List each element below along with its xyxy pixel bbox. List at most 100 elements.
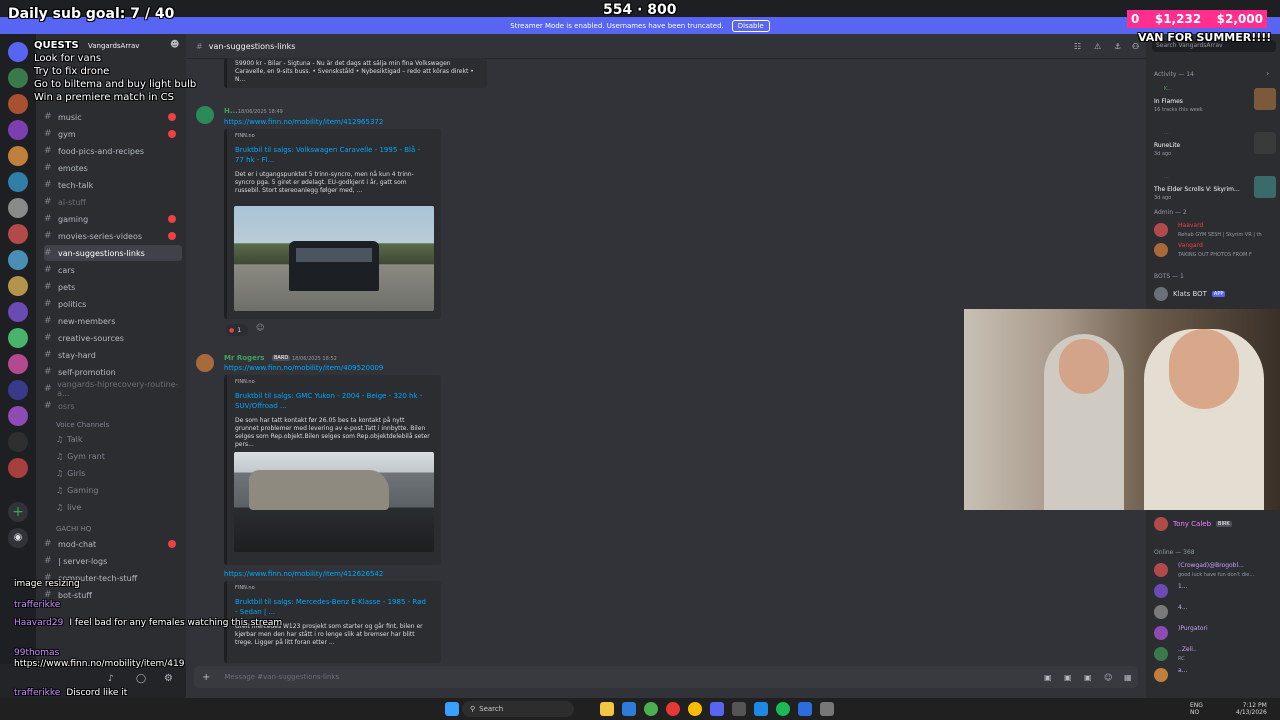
member-item[interactable]: )Purgatori (1154, 623, 1276, 643)
invite-icon[interactable]: ☻ (170, 40, 179, 50)
emoji-icon[interactable]: ☺ (1104, 673, 1112, 682)
member-item[interactable]: ..Zeli.. RC (1154, 644, 1276, 664)
settings-gear-icon[interactable]: ⚙ (164, 673, 173, 684)
channel-item[interactable]: # self-promotion (44, 364, 182, 380)
reaction-chip[interactable]: ● 1 (226, 324, 248, 336)
notifications-icon[interactable]: ⚠ (1094, 42, 1101, 51)
discover-icon[interactable]: ◉ (8, 528, 28, 548)
spotify-icon[interactable] (776, 702, 790, 716)
disable-button[interactable]: Disable (731, 19, 770, 32)
tray-lang[interactable]: ENG NO (1190, 702, 1203, 716)
server-icon[interactable] (8, 224, 28, 244)
voice-channel-item[interactable]: ♫ Gaming (56, 483, 98, 497)
taskbar-search[interactable]: ⚲ Search (462, 701, 574, 717)
pin-icon[interactable]: ⚓ (1114, 42, 1121, 51)
message-link[interactable]: https://www.finn.no/mobility/item/412626… (224, 570, 383, 578)
chrome-icon[interactable] (644, 702, 658, 716)
apps-icon[interactable]: ▦ (1124, 673, 1132, 682)
embed-title[interactable]: Bruktbil til salgs: Volkswagen Caravelle… (235, 145, 430, 165)
voice-channel-item[interactable]: ♫ live (56, 500, 81, 514)
channel-item[interactable]: # vangards-hiprecovery-routine-a... (44, 380, 182, 398)
channel-item[interactable]: # politics (44, 296, 182, 312)
attach-icon[interactable]: + (202, 672, 210, 683)
mail-icon[interactable] (622, 702, 636, 716)
channel-item[interactable]: # gym (44, 126, 182, 142)
server-icon[interactable] (8, 198, 28, 218)
embed-image[interactable] (234, 452, 434, 552)
add-server-icon[interactable]: + (8, 502, 28, 522)
embed-title[interactable]: Bruktbil til salgs: GMC Yukon - 2004 - B… (235, 391, 430, 411)
member-item[interactable]: 1... (1154, 581, 1276, 601)
member-item[interactable]: 4... (1154, 602, 1276, 622)
server-icon[interactable] (8, 120, 28, 140)
avatar[interactable] (196, 106, 214, 124)
channel-item[interactable]: # food-pics-and-recipes (44, 143, 182, 159)
server-icon[interactable] (8, 276, 28, 296)
member-item[interactable]: Haavard Rehab GYM SESH | Skyrim VR | th (1154, 220, 1276, 240)
server-icon[interactable] (8, 328, 28, 348)
deafen-icon[interactable]: ◯ (136, 674, 146, 684)
server-icon[interactable] (8, 146, 28, 166)
gachi-hq-header[interactable]: GACHI HQ (56, 525, 91, 533)
channel-item[interactable]: # music (44, 109, 182, 125)
file-explorer-icon[interactable] (600, 702, 614, 716)
settings-icon[interactable] (820, 702, 834, 716)
app-icon[interactable] (732, 702, 746, 716)
member-item[interactable]: (Crowgad)@Brogobl... good luck have fun d… (1154, 560, 1276, 580)
embed-image[interactable] (234, 206, 434, 311)
voice-channels-header[interactable]: Voice Channels (56, 421, 109, 429)
voice-channel-item[interactable]: ♫ Talk (56, 432, 83, 446)
server-icon[interactable] (8, 250, 28, 270)
channel-item[interactable]: # cars (44, 262, 182, 278)
channel-item[interactable]: # tech-talk (44, 177, 182, 193)
voice-channel-item[interactable]: ♫ Gym rant (56, 449, 105, 463)
channel-item[interactable]: # new-members (44, 313, 182, 329)
message-author[interactable]: H... (224, 107, 238, 115)
member-item[interactable]: Tony Caleb BIRK (1154, 514, 1276, 534)
threads-icon[interactable]: ☷ (1074, 42, 1081, 51)
activity-card[interactable]: ... The Elder Scrolls V: Skyrim... 3d ago (1154, 174, 1276, 214)
chevron-right-icon[interactable]: › (1266, 69, 1269, 78)
channel-item[interactable]: # pets (44, 279, 182, 295)
member-item[interactable]: a... (1154, 665, 1276, 685)
add-reaction-icon[interactable]: ☺ (256, 323, 264, 332)
member-item[interactable]: Vangard TAKING OUT PHOTOS FROM F (1154, 240, 1276, 260)
server-name[interactable]: VangardsArrav (88, 42, 139, 50)
message-link[interactable]: https://www.finn.no/mobility/item/409520… (224, 364, 383, 372)
sticker-icon[interactable]: ▣ (1084, 673, 1092, 682)
discord-icon[interactable] (710, 702, 724, 716)
activity-card[interactable]: K... In Flames 16 tracks this week (1154, 86, 1276, 126)
opera-icon[interactable] (666, 702, 680, 716)
server-icon[interactable] (8, 94, 28, 114)
channel-item[interactable]: # gaming (44, 211, 182, 227)
avatar[interactable] (196, 354, 214, 372)
server-icon[interactable] (8, 458, 28, 478)
embed-title[interactable]: Bruktbil til salgs: Mercedes-Benz E-Klas… (235, 597, 430, 617)
server-icon[interactable] (8, 172, 28, 192)
message-author[interactable]: Mr Rogers (224, 354, 264, 362)
server-icon[interactable] (8, 354, 28, 374)
start-icon[interactable] (445, 702, 459, 716)
gif-icon[interactable]: ▣ (1064, 673, 1072, 682)
mute-icon[interactable]: ♪ (108, 674, 114, 684)
voice-channel-item[interactable]: ♫ Girls (56, 466, 85, 480)
chrome-profile-icon[interactable] (688, 702, 702, 716)
channel-item[interactable]: # movies-series-videos (44, 228, 182, 244)
tray-clock[interactable]: 7:12 PM 4/13/2026 (1236, 702, 1267, 716)
server-icon[interactable] (8, 302, 28, 322)
member-item[interactable]: Klats BOT APP (1154, 284, 1276, 304)
channel-item[interactable]: # creative-sources (44, 330, 182, 346)
channel-item[interactable]: # mod-chat (44, 536, 182, 552)
server-icon[interactable] (8, 68, 28, 88)
app-icon[interactable] (798, 702, 812, 716)
server-icon[interactable] (8, 42, 28, 62)
server-icon[interactable] (8, 380, 28, 400)
message-input[interactable]: + Message #van-suggestions-links ▣ ▣ ▣ ☺… (194, 666, 1138, 688)
activity-card[interactable]: ... RuneLite 3d ago (1154, 130, 1276, 170)
app-icon[interactable] (754, 702, 768, 716)
channel-item[interactable]: # emotes (44, 160, 182, 176)
gift-icon[interactable]: ▣ (1044, 673, 1052, 682)
server-icon[interactable] (8, 432, 28, 452)
message-link[interactable]: https://www.finn.no/mobility/item/412965… (224, 118, 383, 126)
channel-item[interactable]: # van-suggestions-links (44, 245, 182, 261)
